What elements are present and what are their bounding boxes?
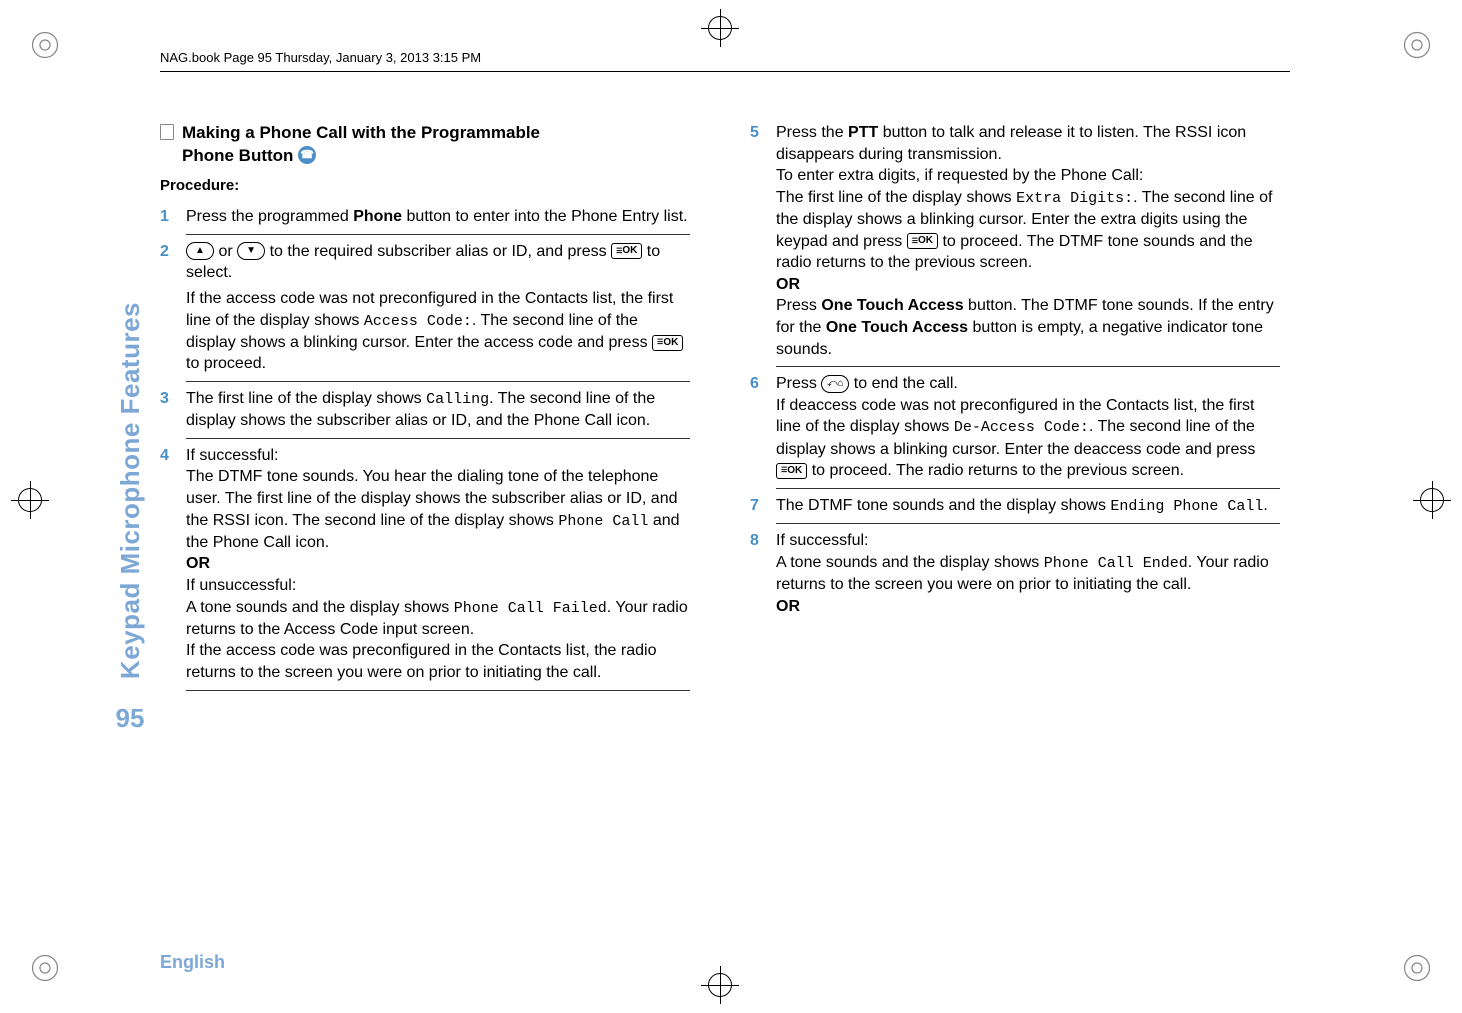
bold-text: One Touch Access xyxy=(821,297,963,314)
step-text: to the required subscriber alias or ID, … xyxy=(265,243,611,260)
gear-icon xyxy=(1402,953,1432,983)
step-text: A tone sounds and the display shows xyxy=(776,554,1044,571)
step: 3 The first line of the display shows Ca… xyxy=(160,388,690,432)
bold-text: One Touch Access xyxy=(826,319,968,336)
step-text: A tone sounds and the display shows xyxy=(186,599,454,616)
code-text: Phone Call Failed xyxy=(454,600,607,617)
step-text: If the access code was preconfigured in … xyxy=(186,642,656,681)
down-key-icon: ▼ xyxy=(237,242,265,260)
code-text: De-Access Code: xyxy=(954,419,1089,436)
step-text: The DTMF tone sounds and the display sho… xyxy=(776,497,1110,514)
code-text: Phone Call xyxy=(558,513,648,530)
step-text: The first line of the display shows xyxy=(186,390,426,407)
up-key-icon: ▲ xyxy=(186,242,214,260)
step: 5 Press the PTT button to talk and relea… xyxy=(750,122,1280,360)
or-text: OR xyxy=(776,598,800,615)
step-number: 3 xyxy=(160,388,186,432)
step-body: Press ⤺⌂ to end the call. If deaccess co… xyxy=(776,373,1280,482)
step-text: to proceed. The radio returns to the pre… xyxy=(807,462,1184,479)
step-text: The first line of the display shows xyxy=(776,189,1016,206)
step-body: Press the programmed Phone button to ent… xyxy=(186,206,690,228)
section-heading: Making a Phone Call with the Programmabl… xyxy=(160,122,690,168)
step-divider xyxy=(186,381,690,382)
code-text: Extra Digits: xyxy=(1016,190,1133,207)
registration-mark-icon xyxy=(700,8,740,48)
step-divider xyxy=(776,488,1280,489)
step-text: or xyxy=(214,243,237,260)
bold-text: PTT xyxy=(848,124,878,141)
step-number: 2 xyxy=(160,241,186,375)
step-text: To enter extra digits, if requested by t… xyxy=(776,167,1143,184)
step-text: If successful: xyxy=(776,532,868,549)
step-divider xyxy=(776,366,1280,367)
step-text: Press the programmed xyxy=(186,208,353,225)
step: 2 ▲ or ▼ to the required subscriber alia… xyxy=(160,241,690,375)
step-divider xyxy=(776,523,1280,524)
step-text: . xyxy=(1263,497,1267,514)
gear-icon xyxy=(1402,30,1432,60)
right-column: 5 Press the PTT button to talk and relea… xyxy=(750,122,1280,697)
code-text: Access Code: xyxy=(364,313,472,330)
step-text: Press the xyxy=(776,124,848,141)
registration-mark-icon xyxy=(700,965,740,1005)
step: 6 Press ⤺⌂ to end the call. If deaccess … xyxy=(750,373,1280,482)
code-text: Calling xyxy=(426,391,489,408)
step-number: 7 xyxy=(750,495,776,517)
step: 1 Press the programmed Phone button to e… xyxy=(160,206,690,228)
gear-icon xyxy=(30,30,60,60)
page-content: NAG.book Page 95 Thursday, January 3, 20… xyxy=(100,50,1380,930)
side-margin: Keypad Microphone Features 95 xyxy=(100,122,160,734)
page-number: 95 xyxy=(116,703,145,734)
code-text: Phone Call Ended xyxy=(1044,555,1188,572)
footer-language: English xyxy=(160,952,225,973)
step-number: 5 xyxy=(750,122,776,360)
ok-key-icon: ☰ OK xyxy=(652,335,683,351)
step-body: The first line of the display shows Call… xyxy=(186,388,690,432)
step-number: 6 xyxy=(750,373,776,482)
step-number: 8 xyxy=(750,530,776,617)
step-text: to end the call. xyxy=(849,375,958,392)
step-number: 1 xyxy=(160,206,186,228)
step-divider xyxy=(186,690,690,691)
or-text: OR xyxy=(776,276,800,293)
document-icon xyxy=(160,124,174,140)
step-body: If successful: A tone sounds and the dis… xyxy=(776,530,1280,617)
or-text: OR xyxy=(186,555,210,572)
procedure-label: Procedure: xyxy=(160,176,690,196)
end-key-icon: ⤺⌂ xyxy=(821,375,849,393)
ok-key-icon: ☰ OK xyxy=(907,233,938,249)
phone-badge-icon: ☎ xyxy=(298,146,316,164)
step-text: to proceed. xyxy=(186,355,266,372)
step-text: If unsuccessful: xyxy=(186,577,296,594)
step-divider xyxy=(186,234,690,235)
step: 4 If successful: The DTMF tone sounds. Y… xyxy=(160,445,690,684)
step-body: If successful: The DTMF tone sounds. You… xyxy=(186,445,690,684)
step: 8 If successful: A tone sounds and the d… xyxy=(750,530,1280,617)
code-text: Ending Phone Call xyxy=(1110,498,1263,515)
heading-text: Making a Phone Call with the Programmabl… xyxy=(182,123,540,142)
step-text: If successful: xyxy=(186,447,278,464)
header-rule xyxy=(160,71,1290,72)
step-body: Press the PTT button to talk and release… xyxy=(776,122,1280,360)
step: 7 The DTMF tone sounds and the display s… xyxy=(750,495,1280,517)
step-number: 4 xyxy=(160,445,186,684)
gear-icon xyxy=(30,953,60,983)
bold-text: Phone xyxy=(353,208,402,225)
step-body: ▲ or ▼ to the required subscriber alias … xyxy=(186,241,690,375)
step-text: button to enter into the Phone Entry lis… xyxy=(402,208,688,225)
step-text: Press xyxy=(776,375,821,392)
running-header: NAG.book Page 95 Thursday, January 3, 20… xyxy=(160,50,1380,65)
section-label: Keypad Microphone Features xyxy=(115,302,146,679)
step-divider xyxy=(186,438,690,439)
registration-mark-icon xyxy=(10,480,50,520)
left-column: Making a Phone Call with the Programmabl… xyxy=(160,122,690,697)
ok-key-icon: ☰ OK xyxy=(611,243,642,259)
registration-mark-icon xyxy=(1412,480,1452,520)
ok-key-icon: ☰ OK xyxy=(776,463,807,479)
step-text: Press xyxy=(776,297,821,314)
step-body: The DTMF tone sounds and the display sho… xyxy=(776,495,1280,517)
heading-text: Phone Button xyxy=(182,146,293,165)
